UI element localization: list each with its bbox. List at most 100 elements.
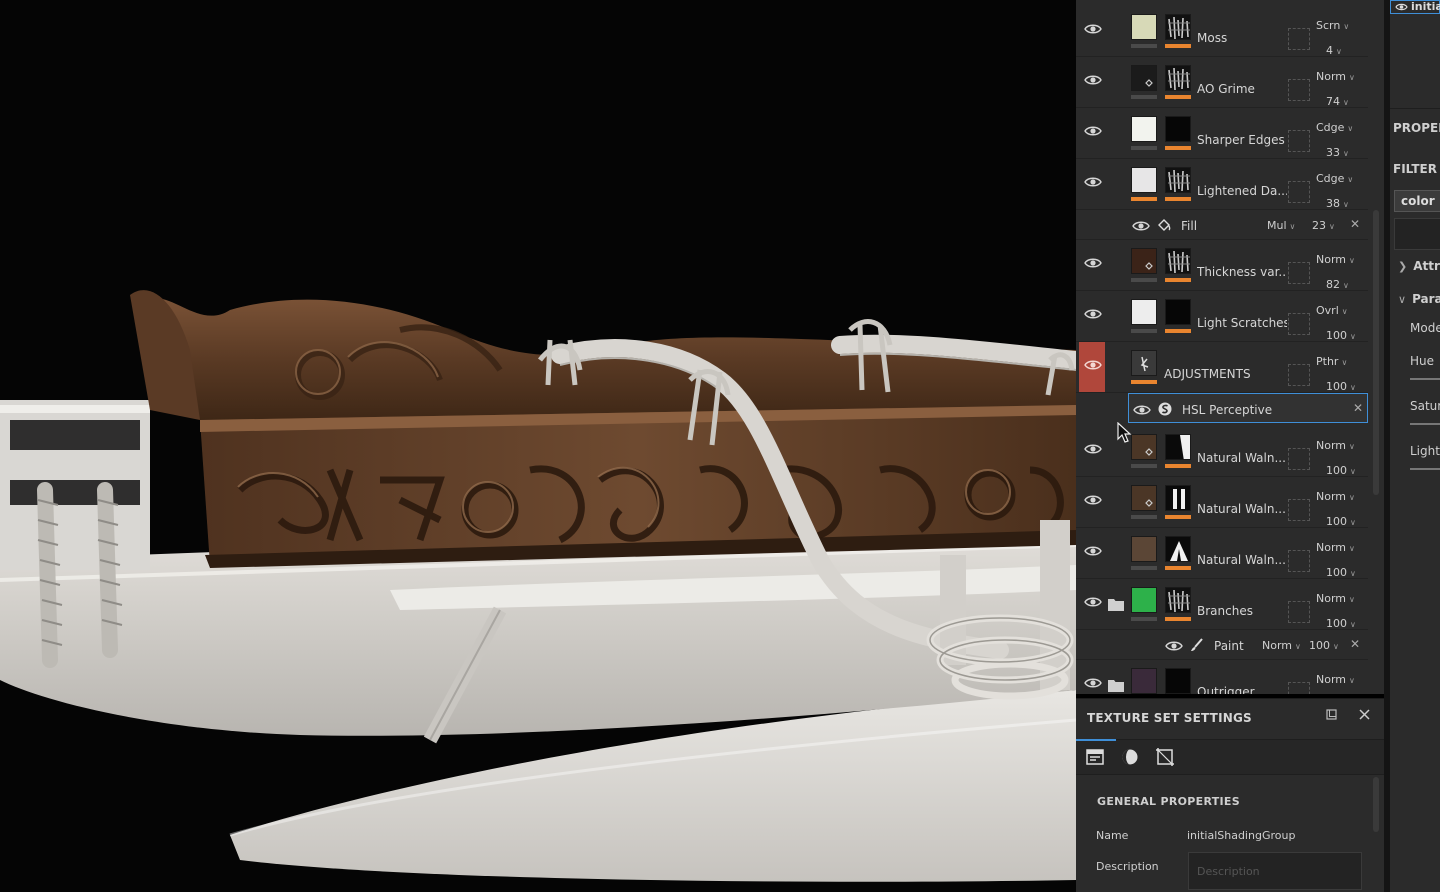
layer-name[interactable]: Lightened Da... <box>1197 184 1287 198</box>
filter-select-button[interactable]: color <box>1394 190 1440 212</box>
blend-mode-select[interactable]: Scrn ∨ <box>1316 19 1349 32</box>
blend-mode-select[interactable]: Cdge ∨ <box>1316 121 1353 134</box>
opacity-select[interactable]: 74 ∨ <box>1326 95 1349 108</box>
layer-mask-thumbnail[interactable] <box>1165 299 1191 325</box>
3d-viewport[interactable] <box>0 0 1076 892</box>
effect-row[interactable]: HSL Perceptive ✕ <box>1128 393 1368 423</box>
opacity-select[interactable]: 4 ∨ <box>1326 44 1342 57</box>
mask-slot[interactable] <box>1288 601 1310 623</box>
layer-color-thumbnail[interactable] <box>1131 536 1157 562</box>
layer-color-thumbnail[interactable] <box>1131 299 1157 325</box>
layer-row[interactable]: Sharper Edges Cdge ∨ 33 ∨ <box>1076 108 1368 159</box>
hue-slider[interactable] <box>1410 378 1440 380</box>
mask-slot[interactable] <box>1288 79 1310 101</box>
mask-slot[interactable] <box>1288 130 1310 152</box>
layer-row[interactable]: Moss Scrn ∨ 4 ∨ <box>1076 6 1368 57</box>
blend-mode-select[interactable]: Cdge ∨ <box>1316 172 1353 185</box>
mask-slot[interactable] <box>1288 313 1310 335</box>
mask-slot[interactable] <box>1288 499 1310 521</box>
layer-color-thumbnail[interactable] <box>1131 14 1157 40</box>
layer-color-thumbnail[interactable] <box>1131 485 1157 511</box>
opacity-select[interactable]: 100 ∨ <box>1326 464 1356 477</box>
float-panel-icon[interactable] <box>1326 709 1337 723</box>
layer-mask-thumbnail[interactable] <box>1165 668 1191 694</box>
layer-row[interactable]: ADJUSTMENTS Pthr ∨ 100 ∨ <box>1076 342 1368 393</box>
blend-mode-select[interactable]: Norm ∨ <box>1316 490 1355 503</box>
layer-color-thumbnail[interactable] <box>1131 248 1157 274</box>
eye-icon[interactable] <box>1084 595 1104 613</box>
layer-mask-thumbnail[interactable] <box>1165 65 1191 91</box>
tab-texture-set-settings[interactable] <box>1076 739 1116 770</box>
layer-mask-thumbnail[interactable] <box>1165 116 1191 142</box>
eye-icon[interactable] <box>1084 676 1104 694</box>
eye-icon[interactable] <box>1084 22 1104 40</box>
layer-mask-thumbnail[interactable] <box>1165 587 1191 613</box>
tab-shader[interactable] <box>1119 746 1143 770</box>
layer-stack-panel[interactable]: Moss Scrn ∨ 4 ∨ AO Grime Norm ∨ 74 ∨ Sharper Edges… <box>1076 0 1384 694</box>
filter-preview-field[interactable] <box>1394 218 1440 250</box>
layer-row[interactable]: Thickness var... Norm ∨ 82 ∨ <box>1076 240 1368 291</box>
layer-color-thumbnail[interactable] <box>1131 167 1157 193</box>
mask-slot[interactable] <box>1288 682 1310 694</box>
effect-name[interactable]: Fill <box>1181 219 1197 233</box>
blend-mode-select[interactable]: Norm ∨ <box>1316 253 1355 266</box>
layer-row[interactable]: Branches Norm ∨ 100 ∨ <box>1076 579 1368 630</box>
opacity-select[interactable]: 82 ∨ <box>1326 278 1349 291</box>
effect-name[interactable]: Paint <box>1214 639 1244 653</box>
opacity-select[interactable]: 100 ∨ <box>1326 617 1356 630</box>
blend-mode-select[interactable]: Norm ∨ <box>1262 639 1301 652</box>
eye-icon[interactable] <box>1084 73 1104 91</box>
opacity-select[interactable]: 33 ∨ <box>1326 146 1349 159</box>
close-icon[interactable] <box>1358 707 1371 725</box>
layer-name[interactable]: Outrigger <box>1197 685 1287 694</box>
layer-name[interactable]: AO Grime <box>1197 82 1287 96</box>
effect-row[interactable]: Paint Norm ∨ 100 ∨ ✕ <box>1076 630 1368 660</box>
layer-name[interactable]: Natural Waln... <box>1197 502 1287 516</box>
settings-scrollbar[interactable] <box>1373 777 1379 832</box>
layer-mask-thumbnail[interactable] <box>1165 14 1191 40</box>
lightness-slider[interactable] <box>1410 468 1440 470</box>
description-field[interactable] <box>1188 852 1362 890</box>
opacity-select[interactable]: 100 ∨ <box>1326 380 1356 393</box>
opacity-select[interactable]: 100 ∨ <box>1309 639 1339 652</box>
layer-color-thumbnail[interactable] <box>1131 587 1157 613</box>
eye-icon[interactable] <box>1084 307 1104 325</box>
close-icon[interactable]: ✕ <box>1350 217 1360 231</box>
mask-slot[interactable] <box>1288 28 1310 50</box>
layer-row[interactable]: Lightened Da... Cdge ∨ 38 ∨ <box>1076 159 1368 210</box>
eye-icon[interactable] <box>1133 402 1153 416</box>
blend-mode-select[interactable]: Norm ∨ <box>1316 70 1355 83</box>
tab-uv-crop[interactable] <box>1154 746 1178 770</box>
eye-icon[interactable] <box>1084 256 1104 274</box>
layer-name[interactable]: Natural Waln... <box>1197 553 1287 567</box>
layer-stack-scrollbar[interactable] <box>1373 210 1379 495</box>
blend-mode-select[interactable]: Norm ∨ <box>1316 439 1355 452</box>
eye-icon[interactable] <box>1084 493 1104 511</box>
name-value[interactable]: initialShadingGroup <box>1187 829 1295 842</box>
opacity-select[interactable]: 38 ∨ <box>1326 197 1349 210</box>
layer-name[interactable]: Thickness var... <box>1197 265 1287 279</box>
layer-mask-thumbnail[interactable] <box>1165 167 1191 193</box>
layer-color-thumbnail[interactable] <box>1131 65 1157 91</box>
eye-icon[interactable] <box>1084 124 1104 142</box>
effect-row[interactable]: Fill Mul ∨ 23 ∨ ✕ <box>1076 210 1368 240</box>
blend-mode-select[interactable]: Norm ∨ <box>1316 592 1355 605</box>
layer-mask-thumbnail[interactable] <box>1165 248 1191 274</box>
layer-name[interactable]: Moss <box>1197 31 1287 45</box>
opacity-select[interactable]: 23 ∨ <box>1312 219 1335 232</box>
layer-color-thumbnail[interactable] <box>1131 116 1157 142</box>
blend-mode-select[interactable]: Mul ∨ <box>1267 219 1295 232</box>
eye-icon[interactable] <box>1132 218 1152 232</box>
mask-slot[interactable] <box>1288 262 1310 284</box>
opacity-select[interactable]: 100 ∨ <box>1326 515 1356 528</box>
blend-mode-select[interactable]: Norm ∨ <box>1316 541 1355 554</box>
layer-mask-thumbnail[interactable] <box>1165 536 1191 562</box>
eye-icon[interactable] <box>1084 175 1104 193</box>
layer-mask-thumbnail[interactable] <box>1165 434 1191 460</box>
eye-icon[interactable] <box>1165 638 1185 652</box>
eye-icon[interactable] <box>1084 544 1104 562</box>
blend-mode-select[interactable]: Norm ∨ <box>1316 673 1355 686</box>
eye-icon[interactable] <box>1084 442 1104 460</box>
close-icon[interactable]: ✕ <box>1353 401 1363 415</box>
opacity-select[interactable]: 100 ∨ <box>1326 329 1356 342</box>
